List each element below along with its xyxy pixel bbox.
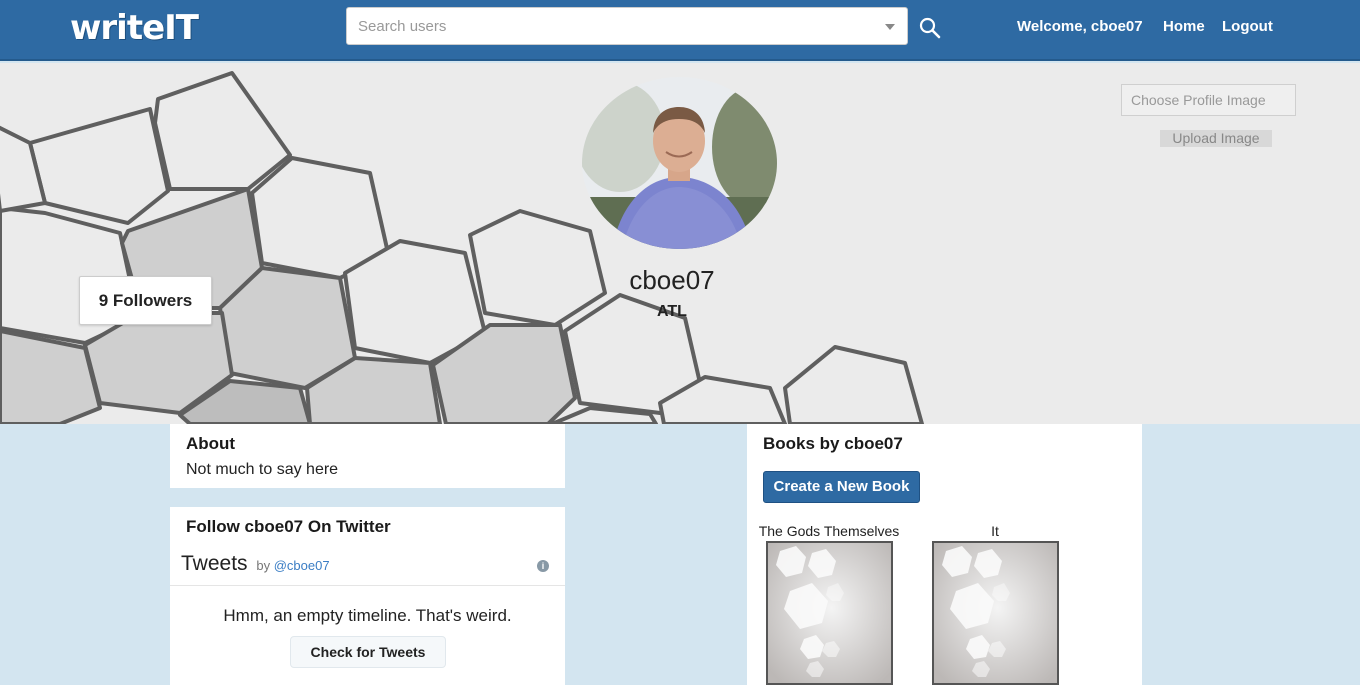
book-cover-art <box>768 543 891 683</box>
about-title: About <box>186 434 236 453</box>
book-cover[interactable] <box>932 541 1059 685</box>
twitter-title: Follow cboe07 On Twitter <box>186 517 391 536</box>
search-input[interactable] <box>347 8 907 44</box>
chevron-down-icon[interactable] <box>885 24 895 30</box>
info-icon[interactable]: i <box>537 560 549 572</box>
logout-link[interactable]: Logout <box>1222 18 1273 35</box>
home-link[interactable]: Home <box>1163 18 1205 35</box>
about-text: Not much to say here <box>186 461 339 478</box>
book-title[interactable]: The Gods Themselves <box>751 523 907 539</box>
search-box <box>346 7 908 45</box>
followers-count[interactable]: 9 Followers <box>79 276 212 325</box>
search-icon[interactable] <box>918 16 942 40</box>
twitter-handle-link[interactable]: @cboe07 <box>274 558 330 573</box>
about-panel: About Not much to say here <box>170 424 565 488</box>
book-cover-art <box>934 543 1057 683</box>
choose-profile-image-button[interactable]: Choose Profile Image <box>1121 84 1296 116</box>
profile-username: cboe07 <box>629 265 715 295</box>
navbar: writeIT Welcome, cboe07 Home Logout <box>0 0 1360 61</box>
tweets-header: Tweets by @cboe07 <box>181 552 330 576</box>
brand-logo[interactable]: writeIT <box>70 8 199 48</box>
create-book-button[interactable]: Create a New Book <box>763 471 920 503</box>
check-for-tweets-button[interactable]: Check for Tweets <box>290 636 446 668</box>
empty-timeline-message: Hmm, an empty timeline. That's weird. <box>223 606 512 625</box>
profile-location: ATL <box>657 303 687 320</box>
twitter-panel: Follow cboe07 On Twitter Tweets by @cboe… <box>170 507 565 685</box>
profile-banner: 9 Followers cboe07 ATL Choose Profile Im… <box>0 63 1360 424</box>
tweets-by: by @cboe07 <box>256 558 329 573</box>
tweets-by-label: by <box>256 558 271 573</box>
books-title: Books by cboe07 <box>763 434 903 453</box>
book-title[interactable]: It <box>932 523 1058 539</box>
divider <box>170 585 565 586</box>
books-panel: Books by cboe07 Create a New Book The Go… <box>747 424 1142 685</box>
upload-image-button[interactable]: Upload Image <box>1160 130 1272 147</box>
book-cover[interactable] <box>766 541 893 685</box>
welcome-text: Welcome, cboe07 <box>1017 18 1143 35</box>
avatar <box>582 77 777 249</box>
tweets-label: Tweets <box>181 552 248 575</box>
